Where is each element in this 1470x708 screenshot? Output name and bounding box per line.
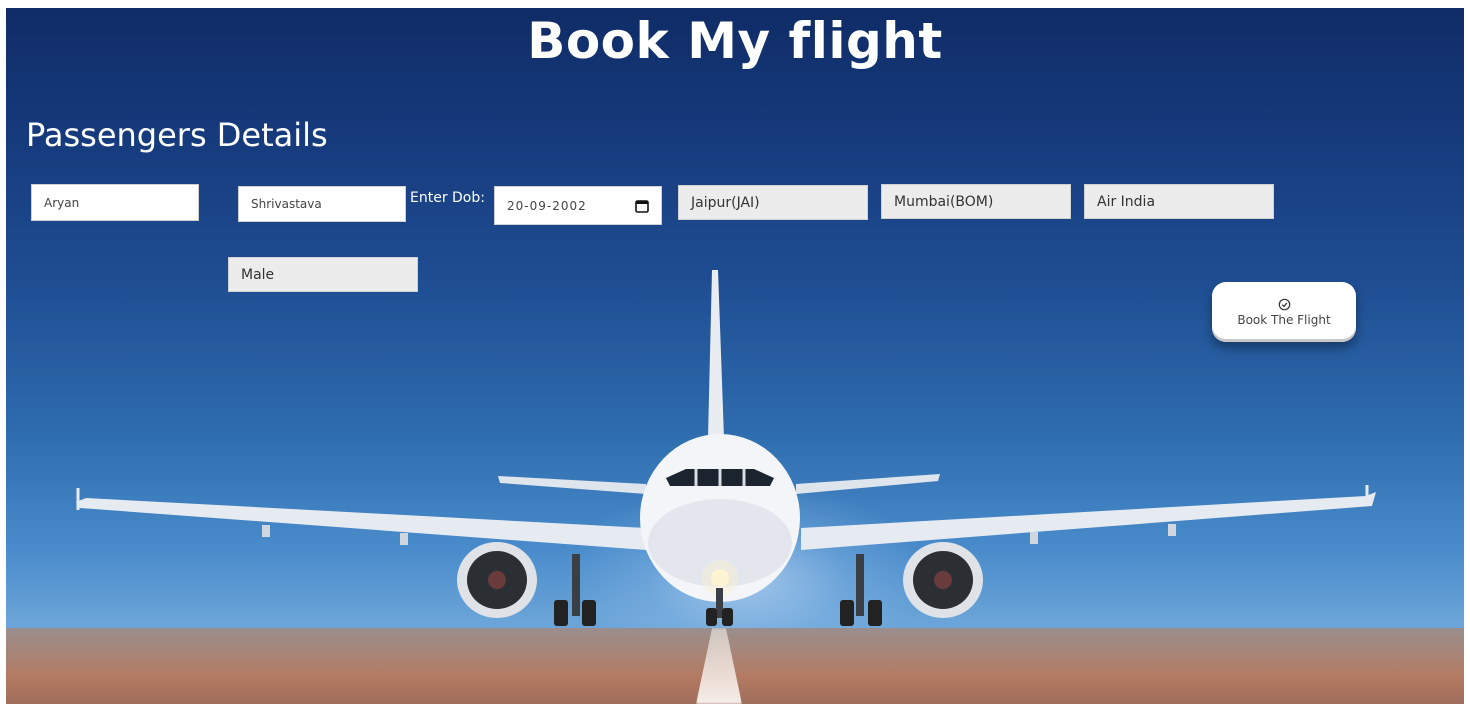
from-city-select[interactable]: Jaipur(JAI) — [678, 185, 868, 220]
last-name-input[interactable]: Shrivastava — [238, 186, 406, 222]
section-title: Passengers Details — [26, 116, 328, 154]
airplane-image — [76, 270, 1376, 626]
check-circle-icon — [1278, 298, 1290, 310]
page-title: Book My flight — [527, 12, 943, 70]
airline-select[interactable]: Air India — [1084, 184, 1274, 219]
dob-label: Enter Dob: — [410, 190, 485, 206]
gender-select[interactable]: Male — [228, 257, 418, 292]
book-flight-label: Book The Flight — [1237, 312, 1331, 327]
calendar-icon[interactable] — [635, 199, 649, 213]
background-photo: Book My flight Passengers Details — [6, 8, 1464, 704]
dob-value: 20-09-2002 — [507, 198, 587, 213]
to-city-select[interactable]: Mumbai(BOM) — [881, 184, 1071, 219]
book-flight-button[interactable]: Book The Flight — [1212, 282, 1356, 342]
first-name-input[interactable]: Aryan — [31, 184, 199, 221]
dob-date-input[interactable]: 20-09-2002 — [494, 186, 662, 225]
